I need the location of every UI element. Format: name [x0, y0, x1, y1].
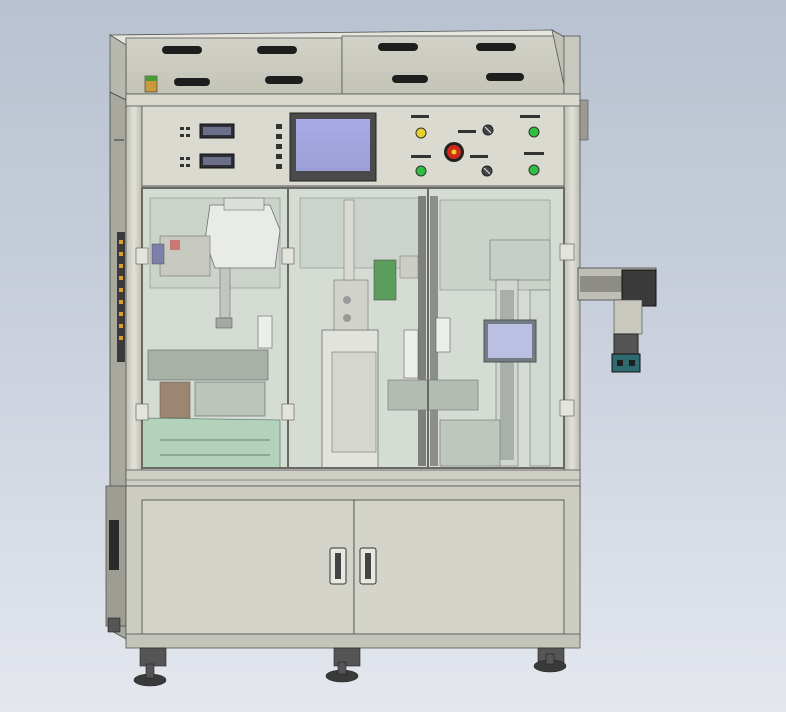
left-side-panel	[105, 91, 129, 641]
lower-cabinet	[125, 485, 581, 649]
table-top	[125, 469, 581, 487]
machine-drawing	[105, 29, 657, 687]
side-module	[577, 99, 657, 373]
hmi-screen-icon[interactable]	[289, 112, 377, 182]
top-hood	[108, 29, 581, 101]
door-handle-icon[interactable]	[359, 547, 377, 585]
work-area	[141, 188, 564, 469]
indicator-lamp-icon[interactable]	[415, 165, 427, 177]
indicator-lamp-icon[interactable]	[415, 127, 427, 139]
control-panel	[141, 105, 565, 187]
indicator-lamp-icon[interactable]	[528, 164, 540, 176]
indicator-lamp-icon[interactable]	[528, 126, 540, 138]
gripper-icon	[611, 333, 641, 373]
door-handle-icon[interactable]	[329, 547, 347, 585]
